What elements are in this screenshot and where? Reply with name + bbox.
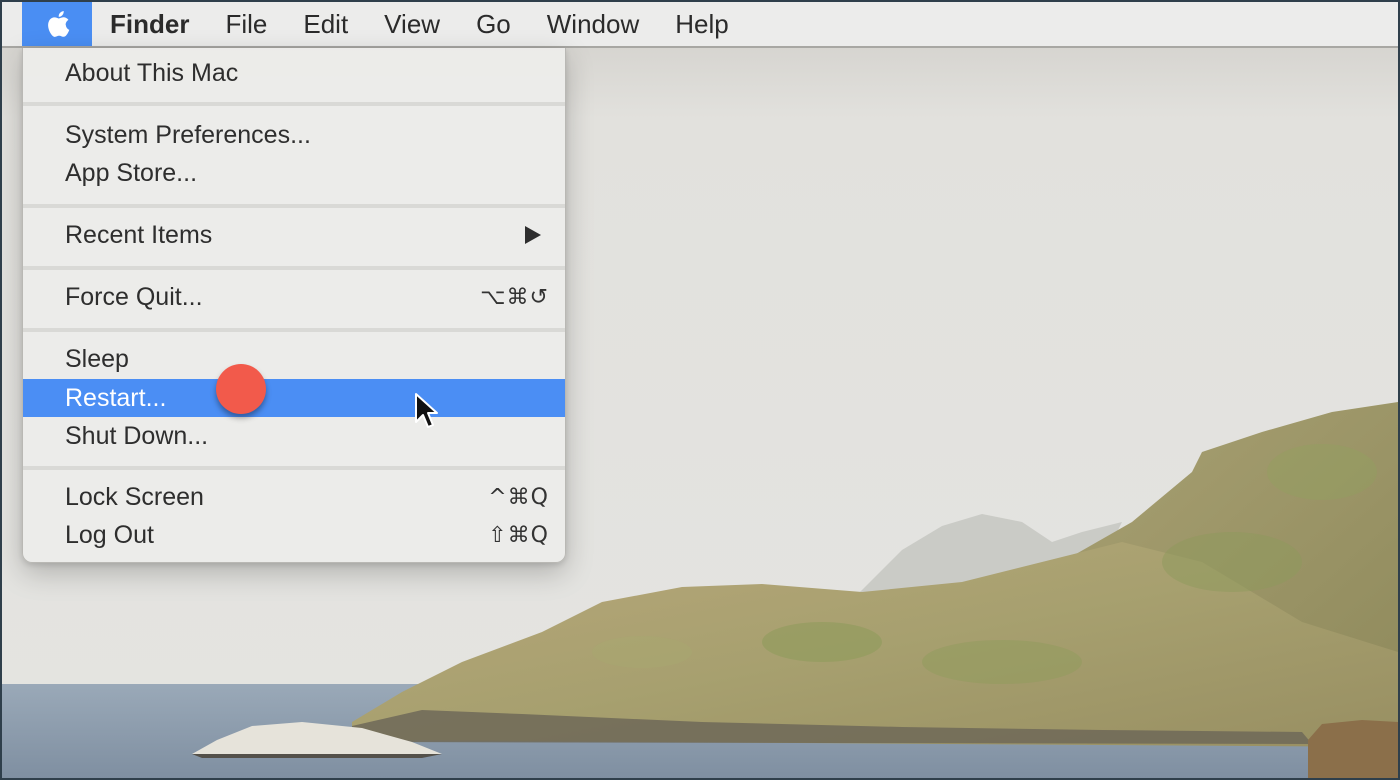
- menu-item-label: App Store...: [65, 158, 198, 187]
- menu-item-label: Sleep: [65, 344, 129, 373]
- desktop-screen: Finder File Edit View Go Window Help Abo…: [2, 2, 1398, 778]
- menu-file[interactable]: File: [207, 2, 285, 46]
- shortcut-shift-command-q: ⇧⌘Q: [488, 522, 549, 548]
- shortcut-control-command-q: ^⌘Q: [488, 484, 549, 510]
- menu-item-label: Log Out: [65, 520, 154, 549]
- menu-item-force-quit[interactable]: Force Quit... ⌥⌘↺: [23, 278, 565, 316]
- menu-separator: [23, 266, 565, 270]
- apple-dropdown-menu: About This Mac System Preferences... App…: [22, 48, 566, 563]
- menu-item-label: Force Quit...: [65, 282, 203, 311]
- menu-item-restart[interactable]: Restart...: [23, 379, 565, 417]
- shortcut-option-command-escape: ⌥⌘↺: [480, 284, 549, 310]
- menu-go[interactable]: Go: [458, 2, 529, 46]
- menu-finder[interactable]: Finder: [92, 2, 207, 46]
- menu-separator: [23, 328, 565, 332]
- menu-item-log-out[interactable]: Log Out ⇧⌘Q: [23, 516, 565, 554]
- menu-view[interactable]: View: [366, 2, 458, 46]
- apple-logo-icon: [48, 11, 70, 37]
- menu-separator: [23, 466, 565, 470]
- menu-separator: [23, 204, 565, 208]
- menu-item-shut-down[interactable]: Shut Down...: [23, 417, 565, 455]
- menu-window[interactable]: Window: [529, 2, 657, 46]
- menu-bar: Finder File Edit View Go Window Help: [2, 2, 1398, 48]
- menu-item-label: Recent Items: [65, 220, 213, 249]
- menu-item-system-preferences[interactable]: System Preferences...: [23, 116, 565, 154]
- submenu-arrow-icon: [525, 226, 541, 244]
- menu-item-app-store[interactable]: App Store...: [23, 154, 565, 192]
- menu-separator: [23, 102, 565, 106]
- mouse-pointer-icon: [415, 393, 438, 428]
- menu-item-about-this-mac[interactable]: About This Mac: [23, 54, 565, 92]
- menu-item-label: Lock Screen: [65, 482, 204, 511]
- menu-help[interactable]: Help: [657, 2, 746, 46]
- menu-edit[interactable]: Edit: [285, 2, 366, 46]
- menu-item-lock-screen[interactable]: Lock Screen ^⌘Q: [23, 478, 565, 516]
- menu-item-label: About This Mac: [65, 58, 239, 87]
- menu-item-recent-items[interactable]: Recent Items: [23, 216, 565, 254]
- click-indicator-dot: [216, 364, 266, 414]
- apple-menu-button[interactable]: [22, 2, 92, 46]
- menu-item-label: Restart...: [65, 383, 167, 412]
- menu-item-label: System Preferences...: [65, 120, 311, 149]
- menu-item-sleep[interactable]: Sleep: [23, 340, 565, 378]
- menu-item-label: Shut Down...: [65, 421, 209, 450]
